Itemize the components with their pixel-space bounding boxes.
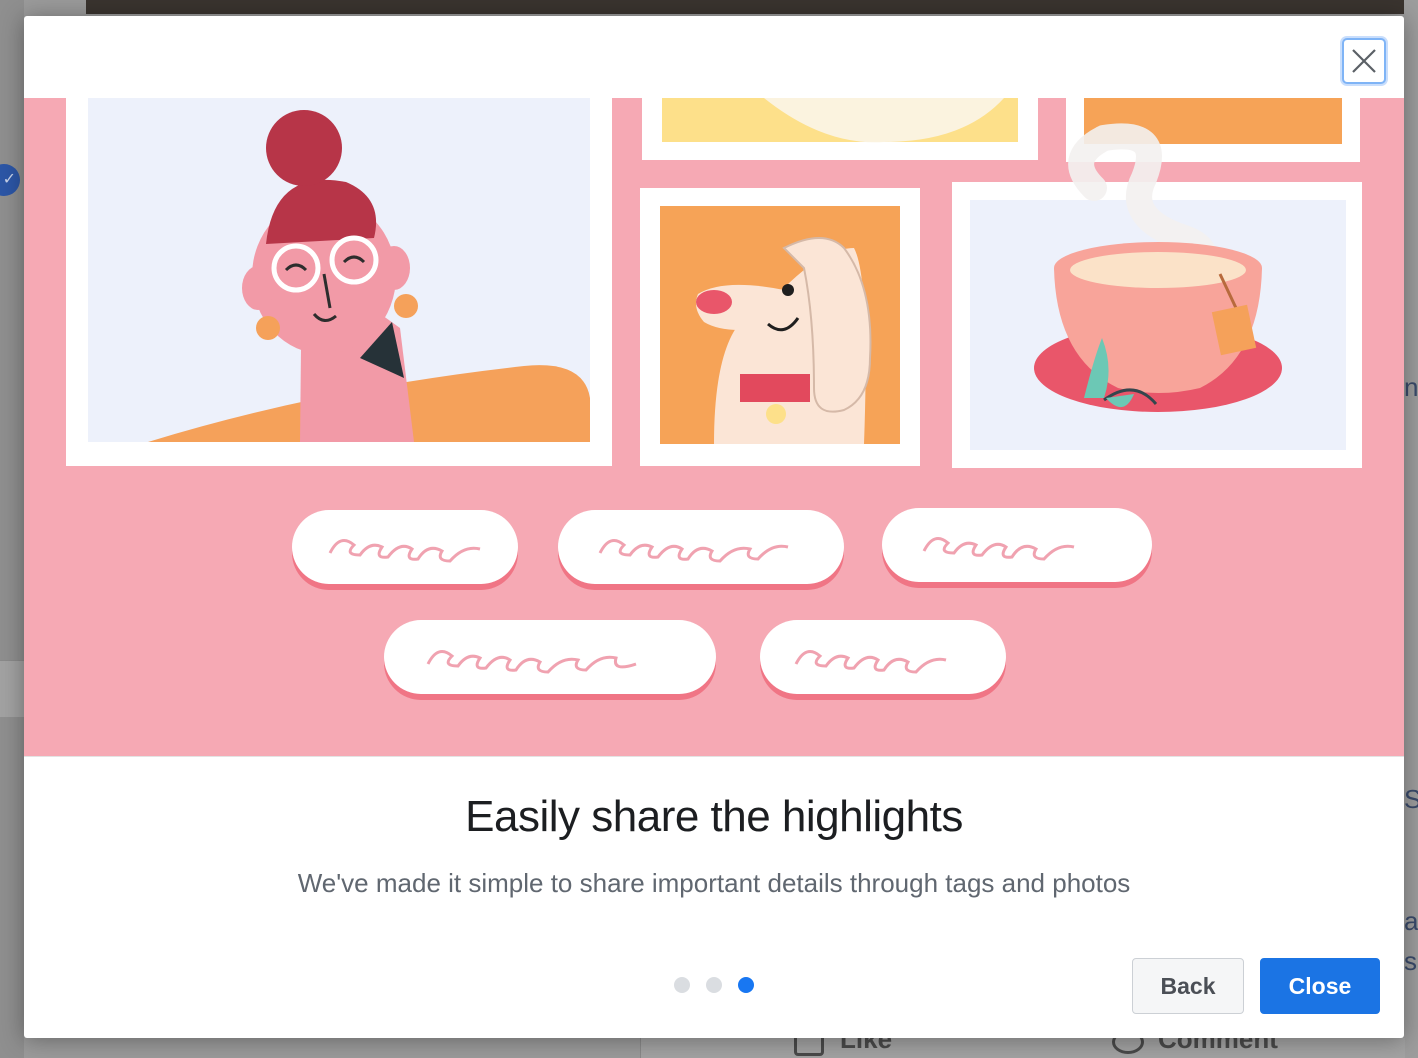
background-right-text: se	[1404, 946, 1418, 976]
background-left-column	[0, 0, 24, 1058]
pagination-dot-1[interactable]	[674, 977, 690, 993]
highlights-illustration	[24, 98, 1404, 756]
back-button[interactable]: Back	[1132, 958, 1244, 1014]
pagination-dot-2[interactable]	[706, 977, 722, 993]
background-post-actions	[640, 1038, 1405, 1058]
background-right-column	[1404, 0, 1418, 1058]
illustration-divider	[24, 756, 1404, 757]
tag-pills	[292, 508, 1152, 700]
background-cover-photo	[86, 0, 1418, 14]
photo-frame-top	[642, 98, 1360, 162]
background-right-text: a	[1404, 906, 1418, 936]
pagination-dots	[674, 977, 754, 995]
woman-photo	[66, 98, 612, 466]
pagination-dot-3-active[interactable]	[738, 977, 754, 993]
onboarding-dialog: Easily share the highlights We've made i…	[24, 16, 1404, 1038]
background-left-card	[0, 660, 24, 717]
tea-photo	[952, 123, 1362, 468]
close-x-button[interactable]	[1342, 38, 1386, 84]
background-right-text: n	[1404, 372, 1418, 402]
dog-photo	[640, 188, 920, 466]
background-right-text: Sr	[1404, 784, 1418, 814]
dialog-title: Easily share the highlights	[465, 792, 963, 841]
close-button[interactable]: Close	[1260, 958, 1380, 1014]
dialog-subtitle: We've made it simple to share important …	[297, 868, 1131, 898]
